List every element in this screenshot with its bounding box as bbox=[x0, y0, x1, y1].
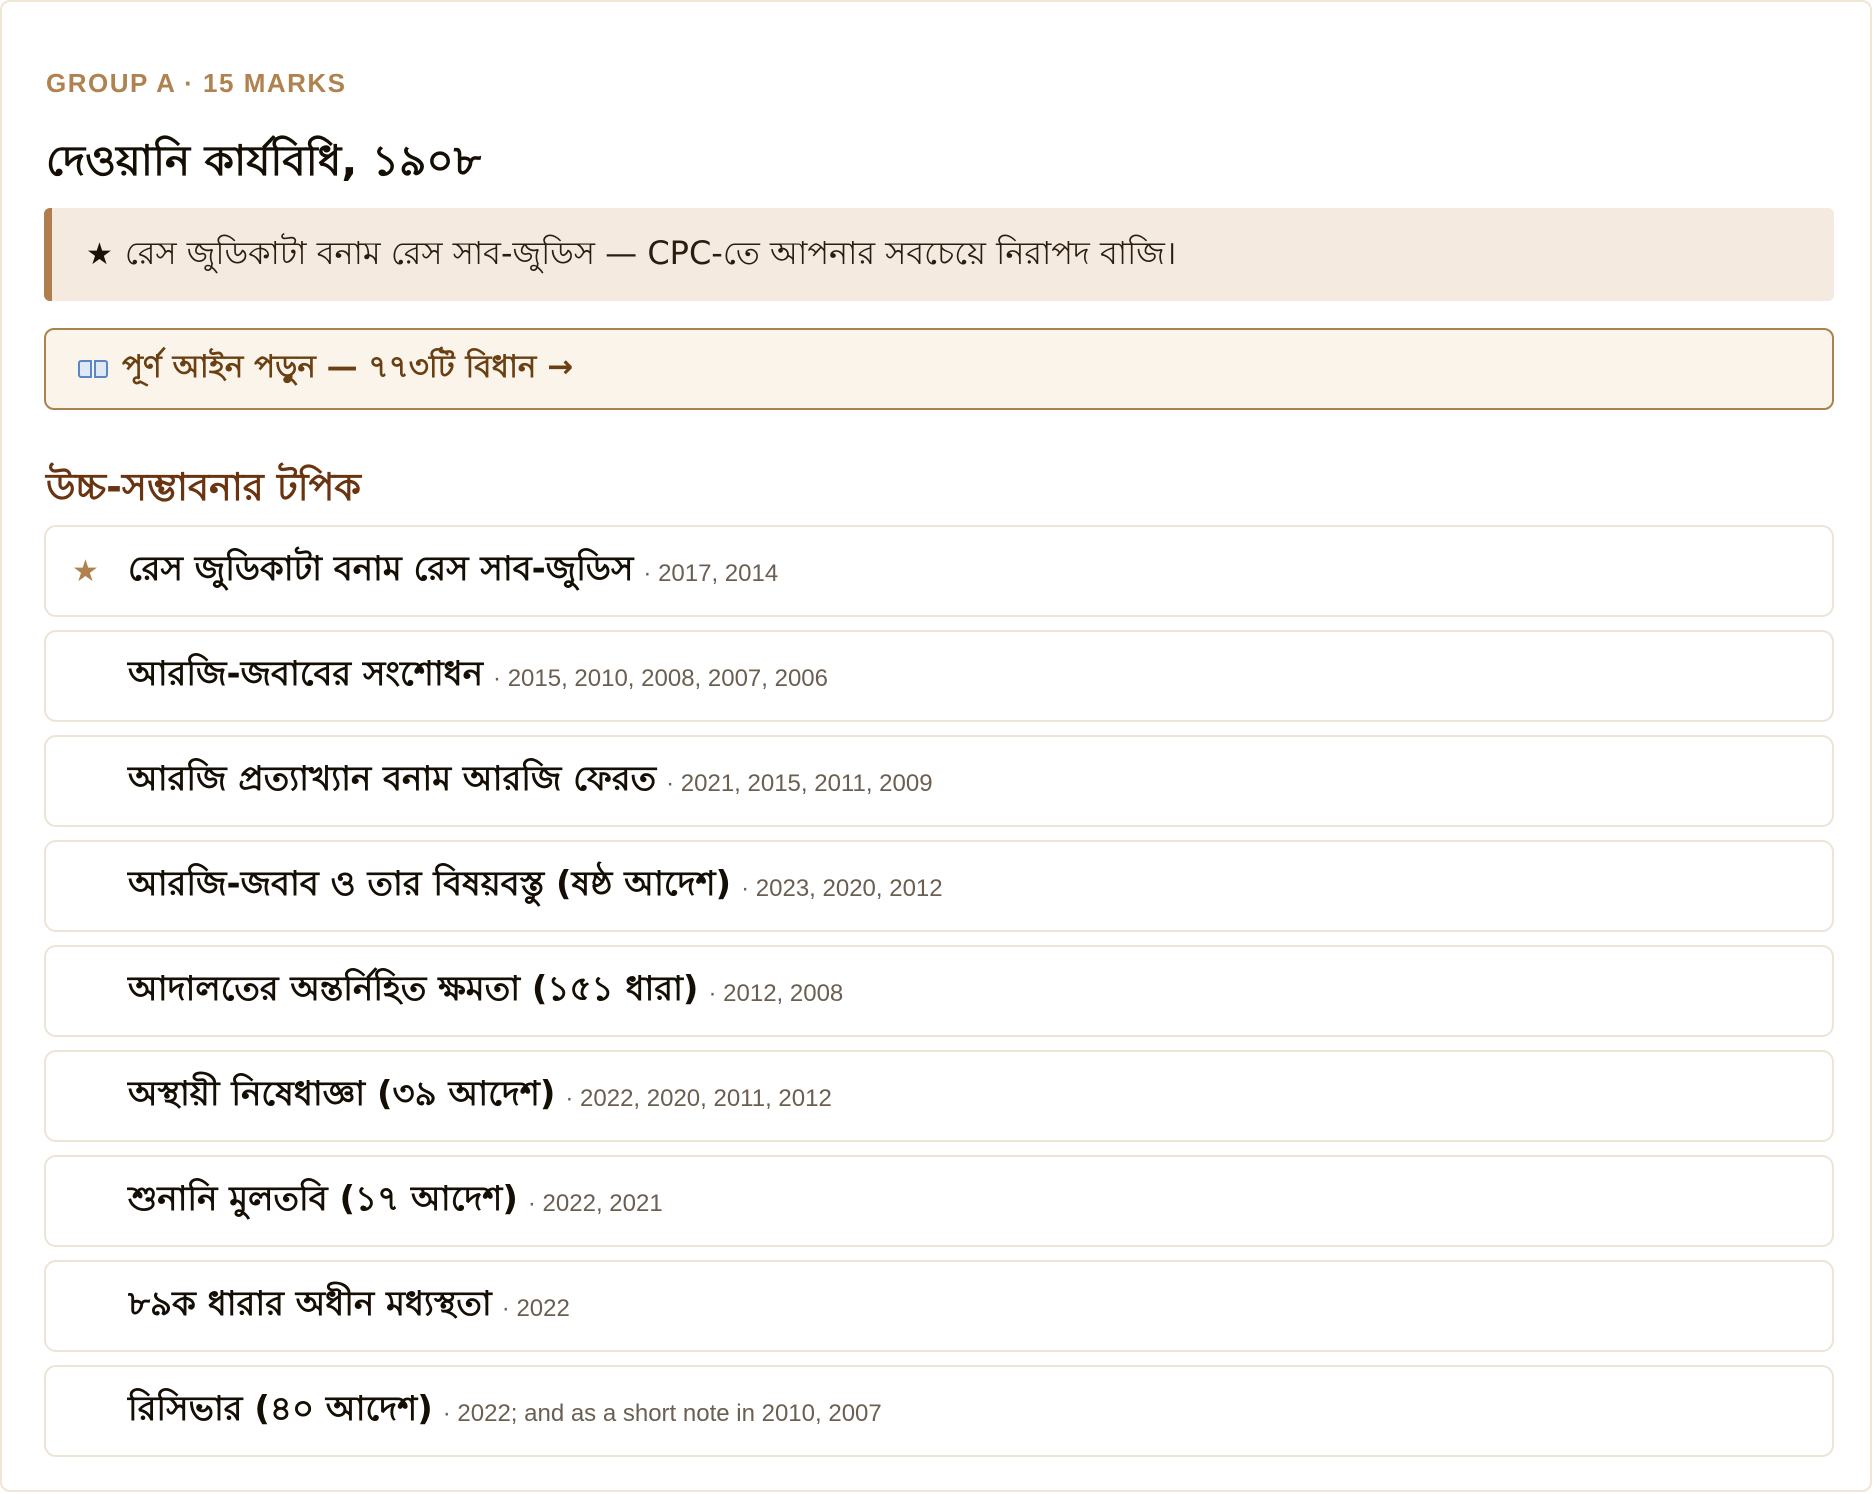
topic-item[interactable]: আরজি প্রত্যাখ্যান বনাম আরজি ফেরত · 2021, … bbox=[44, 735, 1834, 827]
tip-text: রেস জুডিকাটা বনাম রেস সাব-জুডিস — CPC-তে… bbox=[124, 233, 1177, 272]
topic-title: অস্থায়ী নিষেধাজ্ঞা (৩৯ আদেশ) bbox=[128, 1073, 556, 1114]
high-probability-topics-heading: উচ্চ-সম্ভাবনার টপিক bbox=[46, 465, 361, 509]
topic-years: · 2022 bbox=[501, 1295, 570, 1322]
read-full-act-button[interactable]: পূর্ণ আইন পড়ুন — ৭৭৩টি বিধান → bbox=[44, 328, 1834, 410]
topic-years: · 2022, 2021 bbox=[527, 1190, 663, 1217]
topic-item[interactable]: ★ রেস জুডিকাটা বনাম রেস সাব-জুডিস · 2017, … bbox=[44, 525, 1834, 617]
topic-years: · 2021, 2015, 2011, 2009 bbox=[666, 770, 933, 797]
topic-title: রিসিভার (৪০ আদেশ) bbox=[128, 1388, 433, 1429]
topic-years: · 2012, 2008 bbox=[708, 980, 844, 1007]
group-marks-label: GROUP A · 15 MARKS bbox=[46, 68, 347, 98]
topic-years: · 2022, 2020, 2011, 2012 bbox=[565, 1085, 832, 1112]
topic-title: রেস জুডিকাটা বনাম রেস সাব-জুডিস bbox=[128, 548, 634, 589]
page-title: দেওয়ানি কার্যবিধি, ১৯০৮ bbox=[46, 136, 481, 185]
topic-title: আরজি-জবাবের সংশোধন bbox=[128, 653, 484, 694]
topic-title: আদালতের অন্তর্নিহিত ক্ষমতা (১৫১ ধারা) bbox=[128, 968, 699, 1009]
topic-title: আরজি প্রত্যাখ্যান বনাম আরজি ফেরত bbox=[128, 758, 657, 799]
star-icon: ★ bbox=[86, 237, 113, 272]
topic-item[interactable]: শুনানি মুলতবি (১৭ আদেশ) · 2022, 2021 bbox=[44, 1155, 1834, 1247]
topic-years: · 2015, 2010, 2008, 2007, 2006 bbox=[493, 665, 828, 692]
topic-item[interactable]: আরজি-জবাব ও তার বিষয়বস্তু (ষষ্ঠ আদেশ) · … bbox=[44, 840, 1834, 932]
topic-item[interactable]: রিসিভার (৪০ আদেশ) · 2022; and as a short … bbox=[44, 1365, 1834, 1457]
paper-card: GROUP A · 15 MARKS দেওয়ানি কার্যবিধি, ১… bbox=[0, 0, 1872, 1492]
topic-item[interactable]: আদালতের অন্তর্নিহিত ক্ষমতা (১৫১ ধারা) · 2… bbox=[44, 945, 1834, 1037]
topic-item[interactable]: ৮৯ক ধারার অধীন মধ্যস্থতা · 2022 bbox=[44, 1260, 1834, 1352]
topic-years: · 2017, 2014 bbox=[643, 560, 779, 587]
topic-title: শুনানি মুলতবি (১৭ আদেশ) bbox=[128, 1178, 518, 1219]
topic-title: ৮৯ক ধারার অধীন মধ্যস্থতা bbox=[128, 1283, 492, 1324]
topic-item[interactable]: আরজি-জবাবের সংশোধন · 2015, 2010, 2008, 20… bbox=[44, 630, 1834, 722]
tip-callout: ★ রেস জুডিকাটা বনাম রেস সাব-জুডিস — CPC-… bbox=[44, 208, 1834, 301]
topic-years: · 2022; and as a short note in 2010, 200… bbox=[442, 1400, 882, 1427]
topic-list: ★ রেস জুডিকাটা বনাম রেস সাব-জুডিস · 2017, … bbox=[44, 525, 1834, 1470]
open-book-icon bbox=[78, 358, 108, 380]
read-full-act-label: পূর্ণ আইন পড়ুন — ৭৭৩টি বিধান → bbox=[122, 349, 574, 385]
star-icon: ★ bbox=[72, 553, 99, 589]
topic-years: · 2023, 2020, 2012 bbox=[741, 875, 943, 902]
topic-item[interactable]: অস্থায়ী নিষেধাজ্ঞা (৩৯ আদেশ) · 2022, 202… bbox=[44, 1050, 1834, 1142]
topic-title: আরজি-জবাব ও তার বিষয়বস্তু (ষষ্ঠ আদেশ) bbox=[128, 863, 732, 904]
